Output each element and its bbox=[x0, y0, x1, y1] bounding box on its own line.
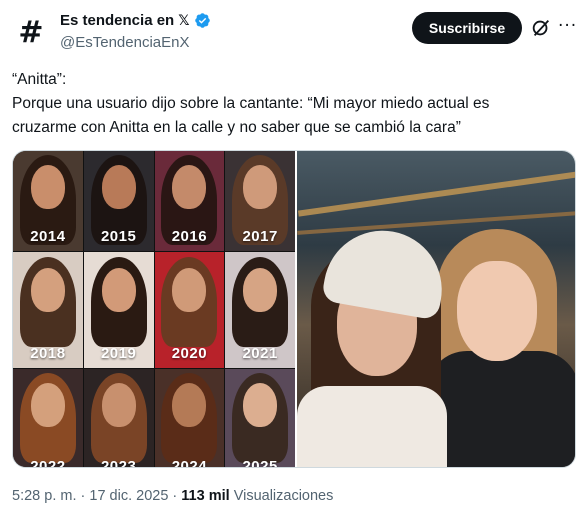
collage-cell: 2021 bbox=[225, 252, 295, 368]
white-sweater bbox=[297, 386, 447, 467]
more-options-icon[interactable]: ··· bbox=[558, 16, 577, 36]
collage-year: 2016 bbox=[171, 228, 208, 245]
collage-cell: 2014 bbox=[13, 151, 83, 251]
tweet-metadata: 5:28 p. m. · 17 dic. 2025 · 113 mil Visu… bbox=[12, 488, 333, 504]
tweet-text: “Anitta”: Porque una usuario dijo sobre … bbox=[12, 68, 572, 140]
collage-cell: 2018 bbox=[13, 252, 83, 368]
author-name-row: Es tendencia en 𝕏 bbox=[60, 12, 211, 29]
collage-year: 2020 bbox=[171, 345, 208, 362]
collage-cell: 2017 bbox=[225, 151, 295, 251]
post-time[interactable]: 5:28 p. m. bbox=[12, 488, 76, 504]
collage-cell: 2020 bbox=[154, 252, 225, 368]
subscribe-button[interactable]: Suscribirse bbox=[412, 12, 522, 44]
ceiling-beam bbox=[297, 171, 575, 217]
collage-year: 2021 bbox=[242, 345, 278, 362]
anitta-collage-image[interactable]: 2014 2015 2016 2017 2018 2019 2020 2021 … bbox=[13, 151, 295, 467]
collage-year: 2015 bbox=[100, 228, 137, 245]
collage-year: 2014 bbox=[30, 228, 66, 245]
post-date[interactable]: 17 dic. 2025 bbox=[89, 488, 168, 504]
collage-year: 2022 bbox=[30, 458, 66, 468]
selfie-photo[interactable] bbox=[297, 151, 575, 467]
collage-year: 2019 bbox=[100, 345, 137, 362]
tweet-media[interactable]: 2014 2015 2016 2017 2018 2019 2020 2021 … bbox=[12, 150, 576, 468]
collage-year: 2023 bbox=[100, 458, 137, 468]
collage-cell: 2024 bbox=[154, 369, 225, 468]
collage-year: 2017 bbox=[242, 228, 278, 245]
tweet-text-line: cruzarme con Anitta en la calle y no sab… bbox=[12, 119, 461, 136]
collage-cell: 2015 bbox=[83, 151, 154, 251]
meta-separator: · bbox=[76, 488, 90, 504]
collage-year: 2024 bbox=[171, 458, 208, 468]
avatar-hash-glyph: # bbox=[18, 15, 44, 50]
collage-cell: 2019 bbox=[83, 252, 154, 368]
x-logo-icon: 𝕏 bbox=[178, 12, 190, 29]
avatar[interactable]: # bbox=[10, 12, 52, 54]
woman-blonde-face bbox=[457, 261, 537, 361]
ceiling-beam bbox=[297, 211, 575, 235]
views-label: Visualizaciones bbox=[233, 488, 334, 504]
collage-year: 2018 bbox=[30, 345, 66, 362]
tweet: # Es tendencia en 𝕏 @EsTendenciaEnX Susc… bbox=[0, 0, 585, 513]
tweet-text-line: Porque una usuario dijo sobre la cantant… bbox=[12, 95, 490, 112]
collage-cell: 2016 bbox=[154, 151, 225, 251]
collage-cell: 2023 bbox=[83, 369, 154, 468]
collage-cell: 2022 bbox=[13, 369, 83, 468]
collage-cell: 2025 bbox=[225, 369, 295, 468]
display-name[interactable]: Es tendencia en bbox=[60, 12, 174, 29]
collage-year: 2025 bbox=[242, 458, 278, 468]
author-handle[interactable]: @EsTendenciaEnX bbox=[60, 34, 189, 51]
meta-separator: · bbox=[168, 488, 182, 504]
tweet-text-line: “Anitta”: bbox=[12, 71, 67, 88]
grok-icon[interactable] bbox=[530, 17, 552, 39]
verified-badge-icon bbox=[194, 13, 210, 28]
views-count: 113 mil bbox=[181, 488, 230, 504]
black-jacket bbox=[427, 351, 575, 467]
